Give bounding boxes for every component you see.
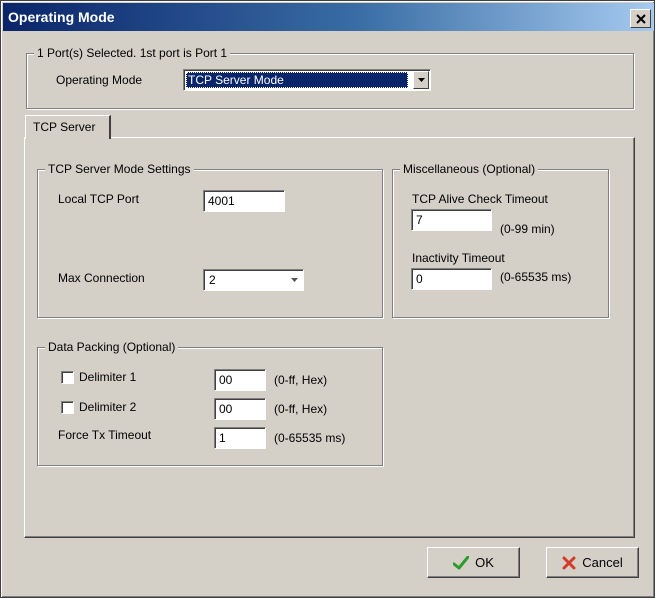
data-packing-legend: Data Packing (Optional)	[45, 340, 179, 354]
operating-mode-select[interactable]: TCP Server Mode	[183, 69, 431, 91]
max-connection-select[interactable]: 2	[203, 269, 304, 291]
delimiter-1-input[interactable]: 00	[214, 369, 266, 391]
operating-mode-dialog: Operating Mode 1 Port(s) Selected. 1st p…	[0, 0, 655, 598]
chevron-down-icon	[290, 278, 298, 282]
local-tcp-port-input[interactable]: 4001	[203, 190, 285, 212]
delimiter-2-range: (0-ff, Hex)	[274, 402, 328, 416]
tcp-alive-check-input[interactable]: 7	[411, 209, 492, 231]
tcp-alive-check-range: (0-99 min)	[500, 222, 555, 236]
close-button[interactable]	[630, 9, 651, 28]
title-bar[interactable]: Operating Mode	[3, 3, 654, 31]
tab-tcp-server[interactable]: TCP Server	[25, 115, 111, 139]
cancel-button-label: Cancel	[582, 555, 623, 570]
ok-button-label: OK	[475, 555, 494, 570]
inactivity-timeout-label: Inactivity Timeout	[412, 251, 505, 265]
force-tx-timeout-range: (0-65535 ms)	[274, 431, 346, 445]
inactivity-timeout-range: (0-65535 ms)	[500, 270, 572, 284]
cancel-button[interactable]: Cancel	[546, 547, 639, 578]
delimiter-1-checkbox[interactable]	[61, 371, 74, 384]
miscellaneous-legend: Miscellaneous (Optional)	[400, 162, 539, 176]
tcp-alive-check-label: TCP Alive Check Timeout	[412, 192, 548, 206]
operating-mode-label: Operating Mode	[56, 73, 143, 87]
tab-tcp-server-label: TCP Server	[33, 120, 96, 134]
delimiter-2-input[interactable]: 00	[214, 398, 266, 420]
inactivity-timeout-input[interactable]: 0	[411, 268, 492, 290]
operating-mode-dropdown-button[interactable]	[413, 71, 429, 89]
close-icon	[635, 13, 646, 24]
window-title: Operating Mode	[8, 9, 115, 25]
cancel-x-icon	[562, 556, 576, 569]
max-connection-dropdown-button[interactable]	[286, 271, 302, 289]
delimiter-1-label[interactable]: Delimiter 1	[79, 370, 136, 384]
delimiter-1-range: (0-ff, Hex)	[274, 373, 328, 387]
port-selection-legend: 1 Port(s) Selected. 1st port is Port 1	[34, 46, 231, 60]
force-tx-timeout-label: Force Tx Timeout	[58, 428, 152, 442]
delimiter-2-label[interactable]: Delimiter 2	[79, 400, 136, 414]
ok-button[interactable]: OK	[427, 547, 520, 578]
max-connection-value: 2	[209, 273, 216, 287]
server-settings-legend: TCP Server Mode Settings	[45, 162, 194, 176]
chevron-down-icon	[417, 78, 425, 82]
max-connection-label: Max Connection	[58, 271, 145, 285]
local-tcp-port-label: Local TCP Port	[58, 192, 139, 206]
delimiter-2-checkbox[interactable]	[61, 401, 74, 414]
force-tx-timeout-input[interactable]: 1	[214, 427, 266, 449]
checkmark-icon	[453, 555, 470, 569]
operating-mode-value: TCP Server Mode	[186, 72, 408, 88]
